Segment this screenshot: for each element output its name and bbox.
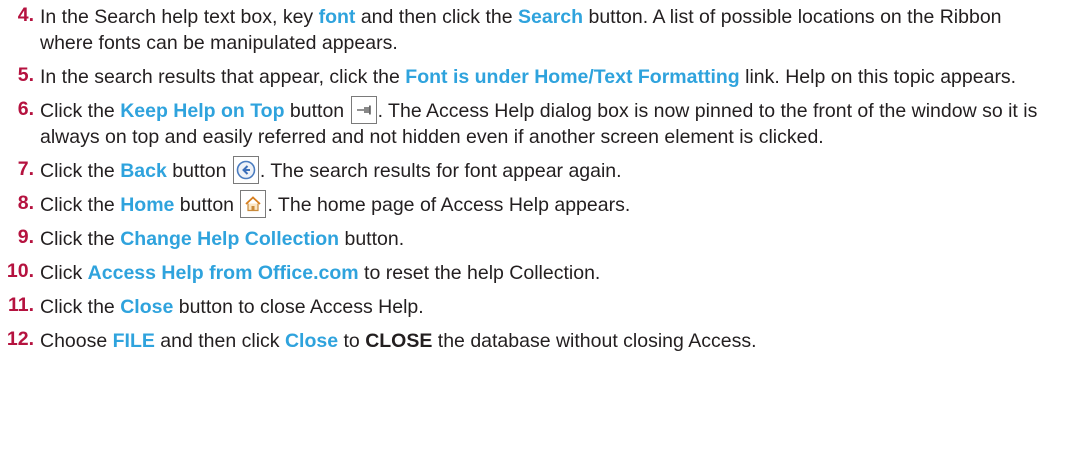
step-text-segment: button to close Access Help.: [173, 296, 424, 318]
step-number: 6.: [17, 98, 34, 120]
step-text: In the Search help text box, key font an…: [40, 4, 1050, 56]
home-icon: [240, 189, 267, 218]
highlighted-term: Font is under Home/Text Formatting: [405, 66, 740, 88]
highlighted-term: Keep Help on Top: [120, 100, 285, 122]
highlighted-term: Access Help from Office.com: [87, 262, 359, 284]
step-9: 9. Click the Change Help Collection butt…: [0, 226, 1074, 252]
step-text-segment: Click the: [40, 194, 121, 216]
step-text-segment: Click the: [40, 100, 121, 122]
step-text: Click Access Help from Office.com to res…: [40, 260, 1050, 286]
step-10: 10. Click Access Help from Office.com to…: [0, 260, 1074, 286]
step-number: 8.: [17, 192, 34, 214]
step-text-segment: button.: [339, 228, 405, 250]
emphasized-term: CLOSE: [365, 330, 433, 352]
step-8: 8. Click the Home button . The home page…: [0, 189, 1074, 218]
highlighted-term: Back: [120, 160, 167, 182]
step-text: In the search results that appear, click…: [40, 64, 1050, 90]
pin-icon: [350, 95, 377, 124]
step-text: Click the Keep Help on Top button . The …: [40, 95, 1050, 150]
step-text: Click the Back button . The search resul…: [40, 155, 1050, 184]
step-number: 10.: [6, 260, 34, 282]
highlighted-term: Home: [120, 194, 175, 216]
step-text-segment: Click the: [40, 160, 121, 182]
step-text-segment: In the Search help text box, key: [40, 6, 319, 28]
step-text-segment: . The search results for font appear aga…: [259, 160, 622, 182]
highlighted-term: FILE: [112, 330, 155, 352]
highlighted-term: Search: [518, 6, 584, 28]
step-7: 7. Click the Back button . The search re…: [0, 155, 1074, 184]
step-text: Choose FILE and then click Close to CLOS…: [40, 328, 1050, 354]
highlighted-term: font: [318, 6, 356, 28]
step-text-segment: to: [338, 330, 366, 352]
step-text-segment: and then click: [154, 330, 285, 352]
step-number: 7.: [17, 158, 34, 180]
step-5: 5. In the search results that appear, cl…: [0, 64, 1074, 90]
step-text-segment: and then click the: [355, 6, 519, 28]
step-text-segment: In the search results that appear, click…: [40, 66, 406, 88]
highlighted-term: Close: [284, 330, 339, 352]
step-number: 9.: [17, 226, 34, 248]
step-4: 4. In the Search help text box, key font…: [0, 4, 1074, 56]
step-12: 12. Choose FILE and then click Close to …: [0, 328, 1074, 354]
step-6: 6. Click the Keep Help on Top button . T…: [0, 95, 1074, 150]
step-text-segment: button: [284, 100, 350, 122]
step-text-segment: button: [166, 160, 232, 182]
step-number: 11.: [7, 294, 34, 316]
step-number: 12.: [6, 328, 34, 350]
instruction-steps: 4. In the Search help text box, key font…: [0, 0, 1074, 354]
step-text: Click the Home button . The home page of…: [40, 189, 1050, 218]
step-text-segment: . The home page of Access Help appears.: [267, 194, 631, 216]
step-text-segment: button: [174, 194, 240, 216]
back-arrow-icon: [232, 155, 259, 184]
step-text-segment: Click: [40, 262, 88, 284]
step-number: 4.: [17, 4, 34, 26]
step-text: Click the Close button to close Access H…: [40, 294, 1050, 320]
highlighted-term: Close: [120, 296, 174, 318]
step-text-segment: Click the: [40, 228, 121, 250]
step-text-segment: Choose: [40, 330, 113, 352]
step-text-segment: Click the: [40, 296, 121, 318]
highlighted-term: Change Help Collection: [120, 228, 340, 250]
step-text-segment: to reset the help Collection.: [358, 262, 601, 284]
step-text: Click the Change Help Collection button.: [40, 226, 1050, 252]
step-11: 11. Click the Close button to close Acce…: [0, 294, 1074, 320]
step-text-segment: the database without closing Access.: [432, 330, 757, 352]
step-text-segment: link. Help on this topic appears.: [739, 66, 1017, 88]
step-number: 5.: [17, 64, 34, 86]
